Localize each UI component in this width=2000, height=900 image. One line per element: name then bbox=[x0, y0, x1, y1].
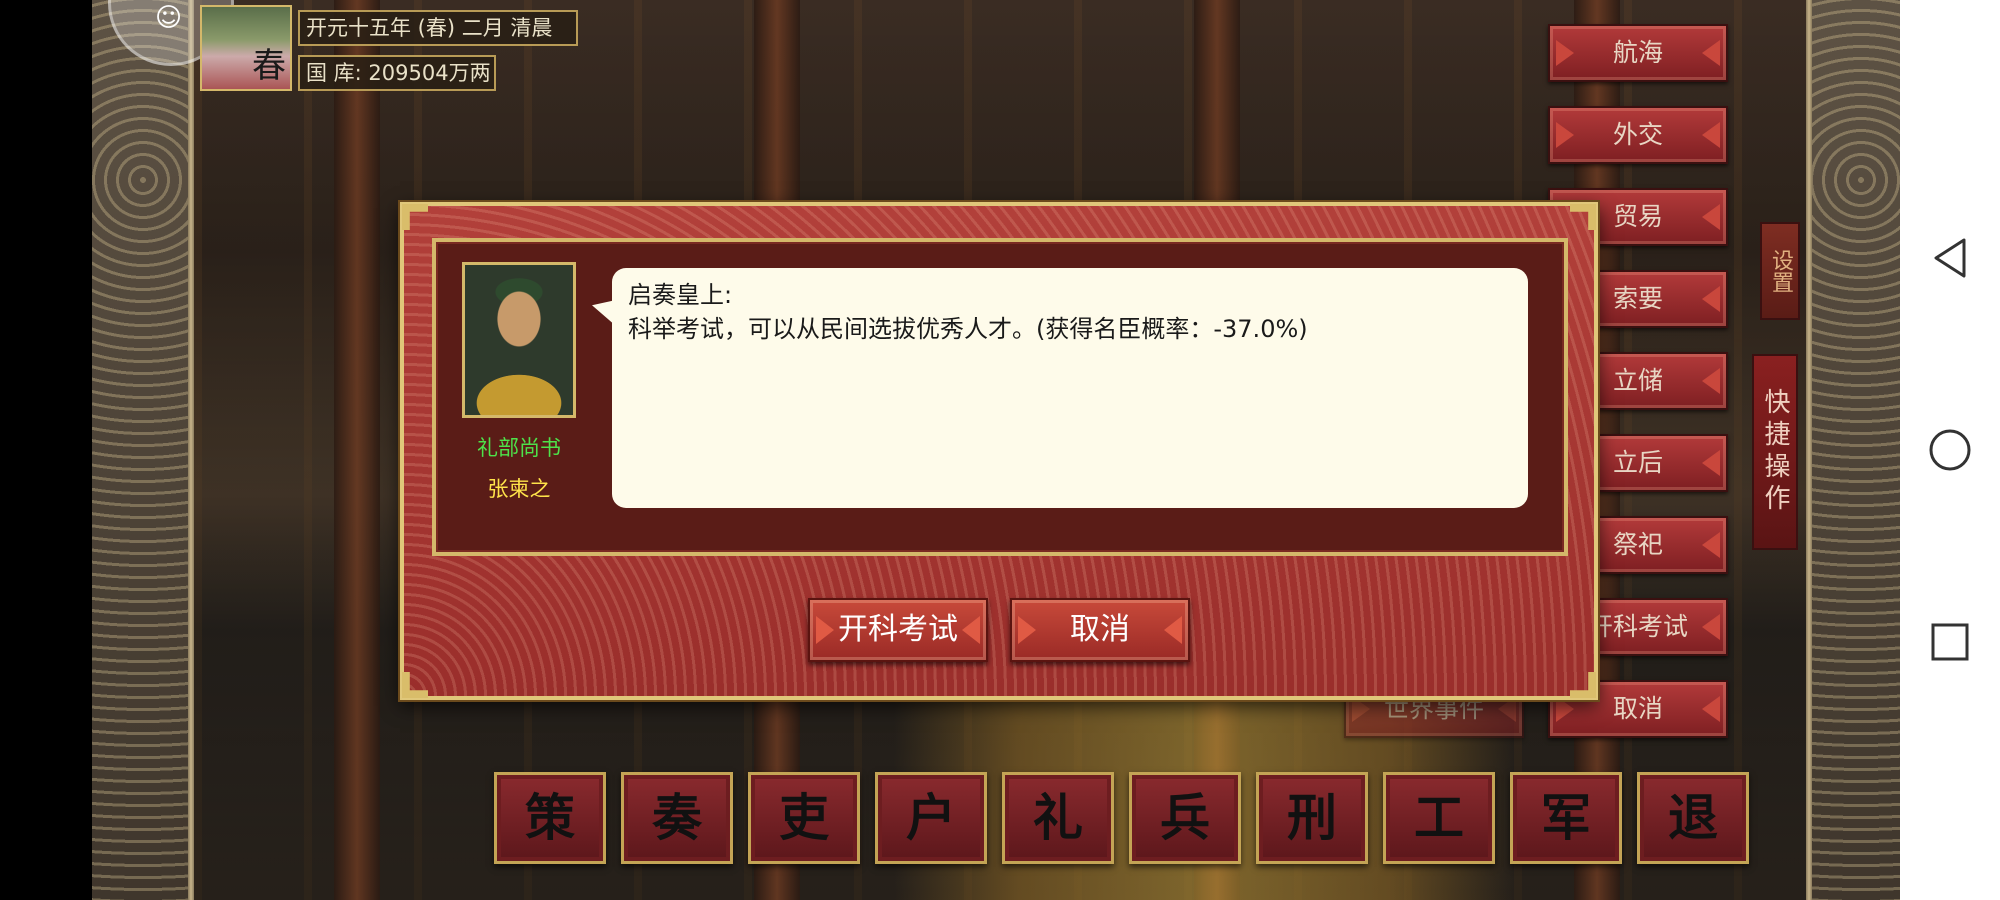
minister-portrait bbox=[462, 262, 576, 418]
menu-diplomacy-button[interactable]: 外交 bbox=[1548, 106, 1728, 164]
speech-message: 科举考试，可以从民间选拔优秀人才。(获得名臣概率：-37.0%) bbox=[628, 315, 1308, 343]
bottom-justice-button[interactable]: 刑 bbox=[1256, 772, 1368, 864]
bottom-personnel-button[interactable]: 吏 bbox=[748, 772, 860, 864]
cancel-button[interactable]: 取消 bbox=[1010, 598, 1190, 662]
minister-name: 张柬之 bbox=[487, 477, 551, 501]
bottom-policy-button[interactable]: 策 bbox=[494, 772, 606, 864]
recents-icon[interactable] bbox=[1926, 618, 1974, 666]
bottom-exit-button[interactable]: 退 bbox=[1637, 772, 1749, 864]
minister-title: 礼部尚书 bbox=[477, 436, 561, 460]
date-display: 开元十五年 (春) 二月 清晨 bbox=[298, 10, 578, 46]
menu-navigation-button[interactable]: 航海 bbox=[1548, 24, 1728, 82]
assist-icon: ☺ bbox=[155, 3, 183, 33]
season-icon: 春 bbox=[200, 5, 292, 91]
settings-tab[interactable]: 设置 bbox=[1760, 222, 1800, 320]
confirm-exam-button[interactable]: 开科考试 bbox=[808, 598, 988, 662]
bottom-memorial-button[interactable]: 奏 bbox=[621, 772, 733, 864]
back-icon[interactable] bbox=[1926, 234, 1974, 282]
speech-greeting: 启奏皇上: bbox=[628, 281, 733, 309]
speech-bubble: 启奏皇上: 科举考试，可以从民间选拔优秀人才。(获得名臣概率：-37.0%) bbox=[612, 268, 1528, 508]
treasury-display: 国 库: 209504万两 bbox=[298, 55, 496, 91]
season-char: 春 bbox=[252, 46, 286, 86]
bottom-revenue-button[interactable]: 户 bbox=[875, 772, 987, 864]
left-dragon-border bbox=[92, 0, 194, 900]
home-icon[interactable] bbox=[1926, 426, 1974, 474]
right-border-line bbox=[1806, 0, 1812, 900]
bottom-army-button[interactable]: 军 bbox=[1510, 772, 1622, 864]
bottom-war-button[interactable]: 兵 bbox=[1129, 772, 1241, 864]
right-dragon-border bbox=[1810, 0, 1912, 900]
bottom-works-button[interactable]: 工 bbox=[1383, 772, 1495, 864]
bottom-rites-button[interactable]: 礼 bbox=[1002, 772, 1114, 864]
quick-operations-tab[interactable]: 快捷操作 bbox=[1752, 354, 1798, 550]
pillar bbox=[334, 0, 380, 900]
